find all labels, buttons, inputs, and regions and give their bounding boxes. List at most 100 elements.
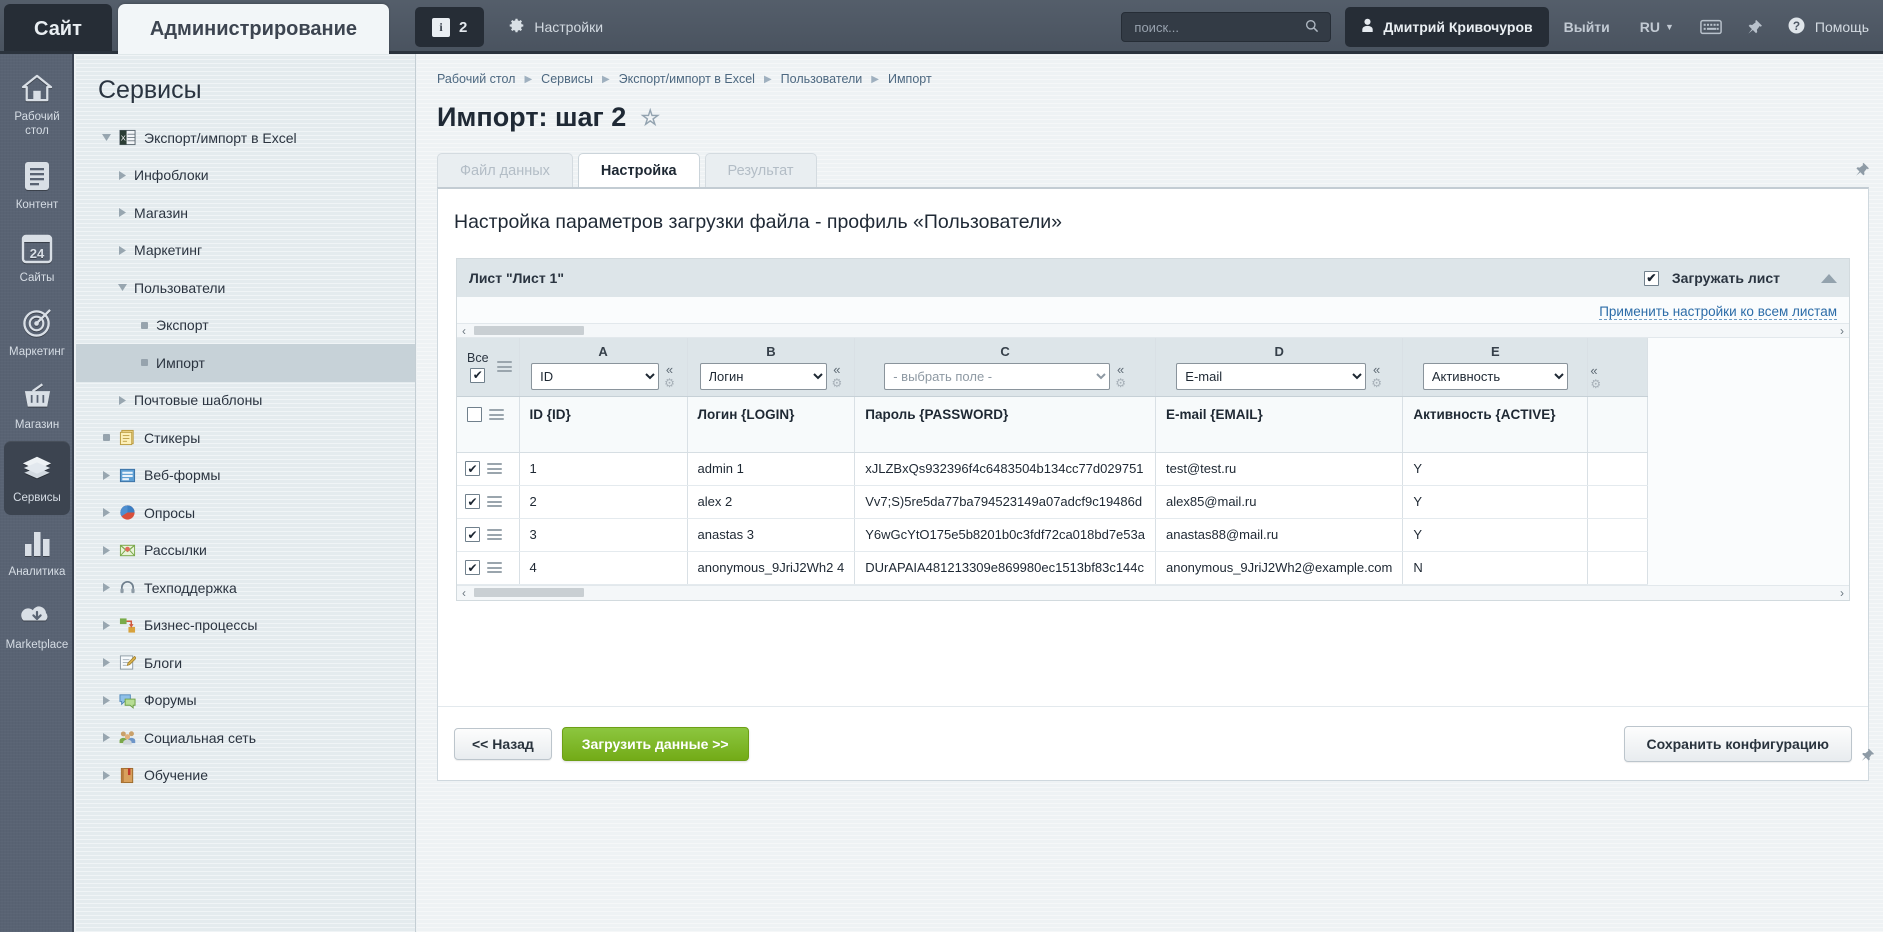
user-menu-button[interactable]: Дмитрий Кривочуров xyxy=(1345,7,1548,47)
rail-item-marketplace[interactable]: Marketplace xyxy=(0,588,74,661)
logout-button[interactable]: Выйти xyxy=(1549,0,1625,54)
collapse-column-icon[interactable]: « xyxy=(1117,363,1124,376)
scroll-thumb[interactable] xyxy=(474,588,584,597)
sidebar-item-mail-templates[interactable]: Почтовые шаблоны xyxy=(76,382,415,420)
caret-right-icon[interactable] xyxy=(114,171,130,180)
pin-icon[interactable] xyxy=(1733,0,1773,54)
pin-icon[interactable] xyxy=(1852,161,1869,181)
field-select-a[interactable]: ID xyxy=(531,363,659,390)
sidebar-item-learning[interactable]: Обучение xyxy=(76,757,415,795)
rail-item-desktop[interactable]: Рабочий стол xyxy=(0,60,74,148)
scroll-thumb[interactable] xyxy=(474,326,584,335)
header-row-checkbox[interactable] xyxy=(467,407,482,422)
field-select-b[interactable]: Логин xyxy=(700,363,827,390)
scroll-right-icon[interactable]: › xyxy=(1840,586,1844,600)
upload-data-button[interactable]: Загрузить данные >> xyxy=(562,727,749,761)
pin-icon[interactable] xyxy=(1858,747,1874,766)
sidebar-item-webforms[interactable]: Веб-формы xyxy=(76,457,415,495)
tab-settings[interactable]: Настройка xyxy=(578,153,700,187)
apply-all-sheets-link[interactable]: Применить настройки ко всем листам xyxy=(1599,304,1837,320)
scroll-left-icon[interactable]: ‹ xyxy=(462,586,466,600)
caret-right-icon[interactable] xyxy=(98,583,114,592)
caret-right-icon[interactable] xyxy=(114,396,130,405)
gear-icon[interactable]: ⚙ xyxy=(664,377,675,389)
caret-right-icon[interactable] xyxy=(98,658,114,667)
notifications-button[interactable]: i 2 xyxy=(415,7,484,47)
sidebar-item-business-processes[interactable]: Бизнес-процессы xyxy=(76,607,415,645)
row-menu-icon[interactable] xyxy=(487,494,502,510)
sidebar-item-marketing[interactable]: Маркетинг xyxy=(76,232,415,270)
sidebar-item-infoblocks[interactable]: Инфоблоки xyxy=(76,157,415,195)
gear-icon[interactable]: ⚙ xyxy=(832,377,843,389)
collapse-column-icon[interactable]: « xyxy=(1590,364,1597,377)
caret-right-icon[interactable] xyxy=(114,208,130,217)
load-sheet-checkbox[interactable]: ✔ xyxy=(1644,271,1659,286)
caret-right-icon[interactable] xyxy=(98,621,114,630)
scroll-left-icon[interactable]: ‹ xyxy=(462,324,466,338)
rail-item-marketing[interactable]: Маркетинг xyxy=(0,295,74,368)
rail-item-services[interactable]: Сервисы xyxy=(4,441,70,514)
select-all-checkbox[interactable]: ✔ xyxy=(470,368,485,383)
caret-right-icon[interactable] xyxy=(98,508,114,517)
field-select-d[interactable]: E-mail xyxy=(1176,363,1366,390)
gear-icon[interactable]: ⚙ xyxy=(1115,377,1126,389)
sidebar-item-import[interactable]: Импорт xyxy=(76,344,415,382)
language-switcher[interactable]: RU ▼ xyxy=(1625,0,1689,54)
back-button[interactable]: << Назад xyxy=(454,728,552,760)
row-checkbox[interactable]: ✔ xyxy=(465,461,480,476)
save-config-button[interactable]: Сохранить конфигурацию xyxy=(1624,726,1852,762)
caret-right-icon[interactable] xyxy=(114,246,130,255)
sidebar-item-mailings[interactable]: Рассылки xyxy=(76,532,415,570)
caret-right-icon[interactable] xyxy=(98,771,114,780)
sidebar-item-users[interactable]: Пользователи xyxy=(76,269,415,307)
field-select-e[interactable]: Активность xyxy=(1423,363,1568,390)
caret-right-icon[interactable] xyxy=(98,546,114,555)
tab-data-file[interactable]: Файл данных xyxy=(437,153,573,187)
help-button[interactable]: ? Помощь xyxy=(1773,0,1883,54)
field-select-c[interactable]: - выбрать поле - xyxy=(884,363,1110,390)
sidebar-item-blogs[interactable]: Блоги xyxy=(76,644,415,682)
gear-icon[interactable]: ⚙ xyxy=(1590,378,1601,390)
breadcrumb-item[interactable]: Рабочий стол xyxy=(437,72,515,86)
global-search[interactable] xyxy=(1121,12,1331,42)
scroll-right-icon[interactable]: › xyxy=(1840,324,1844,338)
caret-up-icon[interactable] xyxy=(1821,270,1837,286)
breadcrumb-item[interactable]: Экспорт/импорт в Excel xyxy=(619,72,755,86)
collapse-column-icon[interactable]: « xyxy=(833,363,840,376)
sidebar-item-forums[interactable]: Форумы xyxy=(76,682,415,720)
row-checkbox[interactable]: ✔ xyxy=(465,527,480,542)
search-input[interactable] xyxy=(1132,19,1304,36)
rail-item-analytics[interactable]: Аналитика xyxy=(0,515,74,588)
tab-site[interactable]: Сайт xyxy=(4,4,112,54)
caret-right-icon[interactable] xyxy=(98,733,114,742)
sidebar-item-shop[interactable]: Магазин xyxy=(76,194,415,232)
sidebar-item-export[interactable]: Экспорт xyxy=(76,307,415,345)
rail-item-shop[interactable]: Магазин xyxy=(0,368,74,441)
settings-button[interactable]: Настройки xyxy=(494,0,617,54)
sidebar-item-support[interactable]: Техподдержка xyxy=(76,569,415,607)
collapse-column-icon[interactable]: « xyxy=(666,363,673,376)
sidebar-item-social-network[interactable]: Социальная сеть xyxy=(76,719,415,757)
gear-icon[interactable]: ⚙ xyxy=(1371,377,1382,389)
caret-right-icon[interactable] xyxy=(98,696,114,705)
row-menu-icon[interactable] xyxy=(487,461,502,477)
grid-scrollbar-top[interactable]: ‹ › xyxy=(457,323,1849,338)
sidebar-item-stickers[interactable]: Стикеры xyxy=(76,419,415,457)
row-menu-icon[interactable] xyxy=(487,527,502,543)
row-menu-icon[interactable] xyxy=(497,359,512,375)
rail-item-sites[interactable]: 24 Сайты xyxy=(0,221,74,294)
row-menu-icon[interactable] xyxy=(489,407,504,423)
keyboard-icon[interactable] xyxy=(1689,0,1733,54)
row-checkbox[interactable]: ✔ xyxy=(465,560,480,575)
caret-down-icon[interactable] xyxy=(98,134,114,141)
row-checkbox[interactable]: ✔ xyxy=(465,494,480,509)
star-icon[interactable]: ☆ xyxy=(640,105,660,131)
tab-result[interactable]: Результат xyxy=(705,153,817,187)
tab-administration[interactable]: Администрирование xyxy=(118,4,389,54)
row-menu-icon[interactable] xyxy=(487,560,502,576)
breadcrumb-item[interactable]: Пользователи xyxy=(781,72,863,86)
search-icon[interactable] xyxy=(1304,18,1320,37)
breadcrumb-item[interactable]: Импорт xyxy=(888,72,932,86)
sidebar-item-polls[interactable]: Опросы xyxy=(76,494,415,532)
caret-down-icon[interactable] xyxy=(114,284,130,291)
